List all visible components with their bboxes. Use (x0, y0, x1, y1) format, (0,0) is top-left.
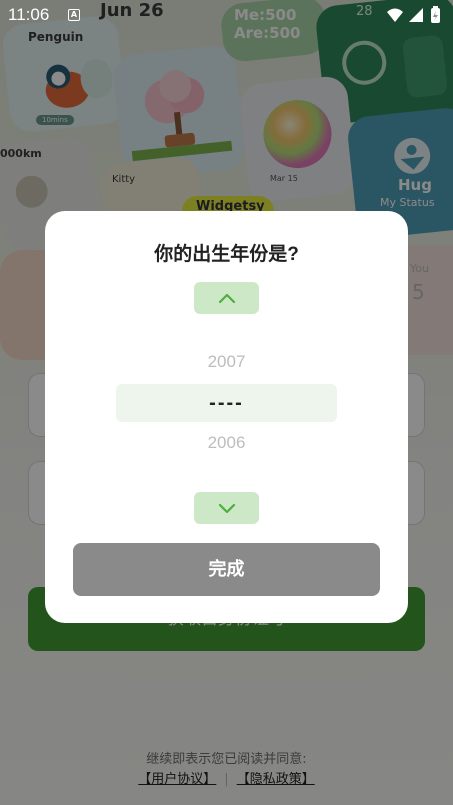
status-bar: 11:06 A (0, 0, 453, 32)
notification-a-icon: A (68, 9, 80, 21)
picker-next-year[interactable]: 2006 (45, 433, 408, 453)
birth-year-dialog: 你的出生年份是? 2007 ---- 2006 完成 (45, 211, 408, 623)
status-icons (387, 6, 440, 23)
dialog-title: 你的出生年份是? (154, 244, 299, 265)
chevron-up-icon (218, 293, 235, 304)
signal-icon (409, 8, 423, 22)
wifi-icon (387, 8, 403, 22)
scroll-down-button[interactable] (194, 492, 259, 524)
picker-selected-year[interactable]: ---- (116, 384, 337, 422)
status-time: 11:06 (8, 5, 50, 24)
scroll-up-button[interactable] (194, 282, 259, 314)
done-button[interactable]: 完成 (73, 543, 380, 596)
picker-previous-year[interactable]: 2007 (45, 352, 408, 372)
chevron-down-icon (218, 503, 235, 514)
